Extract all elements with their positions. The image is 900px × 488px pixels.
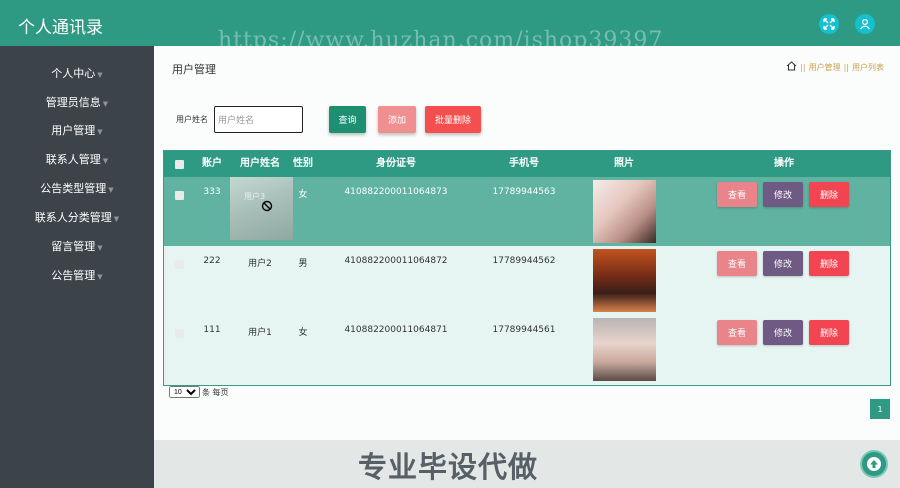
select-all-checkbox[interactable] bbox=[175, 160, 184, 169]
add-button[interactable]: 添加 bbox=[378, 106, 416, 133]
sidebar-item-label: 留言管理 bbox=[51, 240, 96, 253]
breadcrumb-separator: || bbox=[800, 62, 806, 72]
sidebar-item-notice-management[interactable]: 公告管理 ▼ bbox=[0, 265, 154, 287]
chevron-down-icon: ▼ bbox=[97, 244, 103, 252]
view-button[interactable]: 查看 bbox=[717, 320, 757, 345]
page-number-button[interactable]: 1 bbox=[870, 399, 890, 419]
cell-id-card: 410882200011064872 bbox=[344, 256, 448, 266]
chevron-down-icon: ▼ bbox=[97, 71, 103, 79]
cell-id-card: 410882200011064873 bbox=[344, 187, 448, 197]
delete-button[interactable]: 删除 bbox=[809, 182, 849, 207]
row-checkbox[interactable] bbox=[175, 260, 184, 269]
back-to-top-button[interactable] bbox=[860, 450, 888, 478]
breadcrumb: || 用户管理 || 用户列表 bbox=[786, 61, 884, 73]
edit-button[interactable]: 修改 bbox=[763, 182, 803, 207]
sidebar: 个人中心 ▼ 管理员信息 ▼ 用户管理 ▼ 联系人管理 ▼ 公告类型管理 ▼ 联系人分类管… bbox=[0, 46, 154, 488]
per-page-label: 条 每页 bbox=[202, 387, 229, 397]
sidebar-item-message-management[interactable]: 留言管理 ▼ bbox=[0, 236, 154, 258]
sidebar-item-label: 个人中心 bbox=[51, 67, 96, 80]
header-actions: 操作 bbox=[774, 158, 794, 169]
top-header: 个人通讯录 https://www.huzhan.com/ishop39397 bbox=[0, 0, 900, 53]
row-hover-thumbnail: 用户3 bbox=[230, 177, 293, 240]
search-label: 用户姓名 bbox=[176, 115, 208, 124]
cell-id-card: 410882200011064871 bbox=[344, 325, 448, 335]
edit-button[interactable]: 修改 bbox=[763, 320, 803, 345]
breadcrumb-separator: || bbox=[843, 62, 849, 72]
chevron-down-icon: ▼ bbox=[113, 215, 120, 223]
header-phone: 手机号 bbox=[509, 158, 539, 169]
cell-name: 用户1 bbox=[248, 328, 272, 338]
header-name: 用户姓名 bbox=[240, 158, 280, 169]
sidebar-item-label: 联系人分类管理 bbox=[34, 211, 112, 224]
sidebar-item-notice-type-management[interactable]: 公告类型管理 ▼ bbox=[0, 178, 154, 200]
sidebar-item-label: 公告类型管理 bbox=[40, 182, 107, 195]
footer: 专业毕设代做 bbox=[154, 440, 900, 488]
cell-account: 222 bbox=[203, 256, 221, 266]
cell-gender: 女 bbox=[298, 328, 308, 338]
cell-phone: 17789944562 bbox=[492, 256, 556, 266]
sidebar-item-contact-category-management[interactable]: 联系人分类管理 ▼ bbox=[0, 207, 154, 229]
row-checkbox[interactable] bbox=[175, 191, 184, 200]
sidebar-item-admin-info[interactable]: 管理员信息 ▼ bbox=[0, 92, 154, 114]
user-photo bbox=[593, 180, 656, 243]
chevron-down-icon: ▼ bbox=[102, 100, 109, 108]
user-photo bbox=[593, 318, 656, 381]
breadcrumb-item: 用户列表 bbox=[852, 62, 884, 72]
delete-button[interactable]: 删除 bbox=[809, 320, 849, 345]
table-row: 333 用户3 女 410882200011064873 17789944563… bbox=[164, 177, 890, 246]
fullscreen-icon[interactable] bbox=[819, 14, 839, 34]
header-gender: 性别 bbox=[293, 158, 313, 169]
view-button[interactable]: 查看 bbox=[717, 182, 757, 207]
table-row: 111 用户1 女 410882200011064871 17789944561… bbox=[164, 315, 890, 384]
cell-gender: 女 bbox=[298, 190, 308, 200]
home-icon[interactable] bbox=[786, 61, 797, 73]
user-icon[interactable] bbox=[855, 14, 875, 34]
user-photo bbox=[593, 249, 656, 312]
view-button[interactable]: 查看 bbox=[717, 251, 757, 276]
user-table: 账户 用户姓名 性别 身份证号 手机号 照片 操作 333 用户3 女 4108… bbox=[163, 150, 891, 386]
chevron-down-icon: ▼ bbox=[97, 128, 103, 136]
chevron-down-icon: ▼ bbox=[97, 273, 103, 281]
table-row: 222 用户2 男 410882200011064872 17789944562… bbox=[164, 246, 890, 315]
cell-name: 用户2 bbox=[248, 259, 272, 269]
row-checkbox[interactable] bbox=[175, 329, 184, 338]
sidebar-item-contact-management[interactable]: 联系人管理 ▼ bbox=[0, 149, 154, 171]
app-title: 个人通讯录 bbox=[18, 18, 103, 38]
header-account: 账户 bbox=[202, 158, 222, 169]
sidebar-item-personal-center[interactable]: 个人中心 ▼ bbox=[0, 63, 154, 85]
arrow-up-icon bbox=[867, 457, 881, 471]
page-title: 用户管理 bbox=[172, 63, 216, 76]
edit-button[interactable]: 修改 bbox=[763, 251, 803, 276]
batch-delete-button[interactable]: 批量删除 bbox=[425, 106, 481, 133]
not-allowed-cursor-icon bbox=[261, 200, 273, 212]
cell-phone: 17789944561 bbox=[492, 325, 556, 335]
cell-account: 333 bbox=[203, 187, 221, 197]
header-id-card: 身份证号 bbox=[376, 158, 416, 169]
breadcrumb-item[interactable]: 用户管理 bbox=[809, 62, 841, 73]
sidebar-item-label: 管理员信息 bbox=[45, 96, 101, 109]
search-input[interactable] bbox=[214, 106, 303, 133]
chevron-down-icon: ▼ bbox=[102, 157, 109, 165]
table-header: 账户 用户姓名 性别 身份证号 手机号 照片 操作 bbox=[164, 151, 890, 177]
sidebar-item-label: 联系人管理 bbox=[45, 153, 101, 166]
sidebar-item-label: 用户管理 bbox=[51, 124, 96, 137]
cell-account: 111 bbox=[203, 325, 221, 335]
cell-gender: 男 bbox=[298, 259, 308, 269]
delete-button[interactable]: 删除 bbox=[809, 251, 849, 276]
pagination-size: 10 条 每页 bbox=[169, 386, 229, 398]
query-button[interactable]: 查询 bbox=[329, 106, 366, 133]
sidebar-item-user-management[interactable]: 用户管理 ▼ bbox=[0, 120, 154, 142]
chevron-down-icon: ▼ bbox=[108, 186, 114, 194]
cell-phone: 17789944563 bbox=[492, 187, 556, 197]
footer-text: 专业毕设代做 bbox=[358, 450, 539, 484]
main-content: 用户管理 || 用户管理 || 用户列表 用户姓名 查询 添加 批量删除 账户 … bbox=[154, 46, 900, 440]
page-size-select[interactable]: 10 bbox=[169, 386, 200, 398]
sidebar-item-label: 公告管理 bbox=[51, 269, 96, 282]
header-photo: 照片 bbox=[614, 158, 634, 169]
